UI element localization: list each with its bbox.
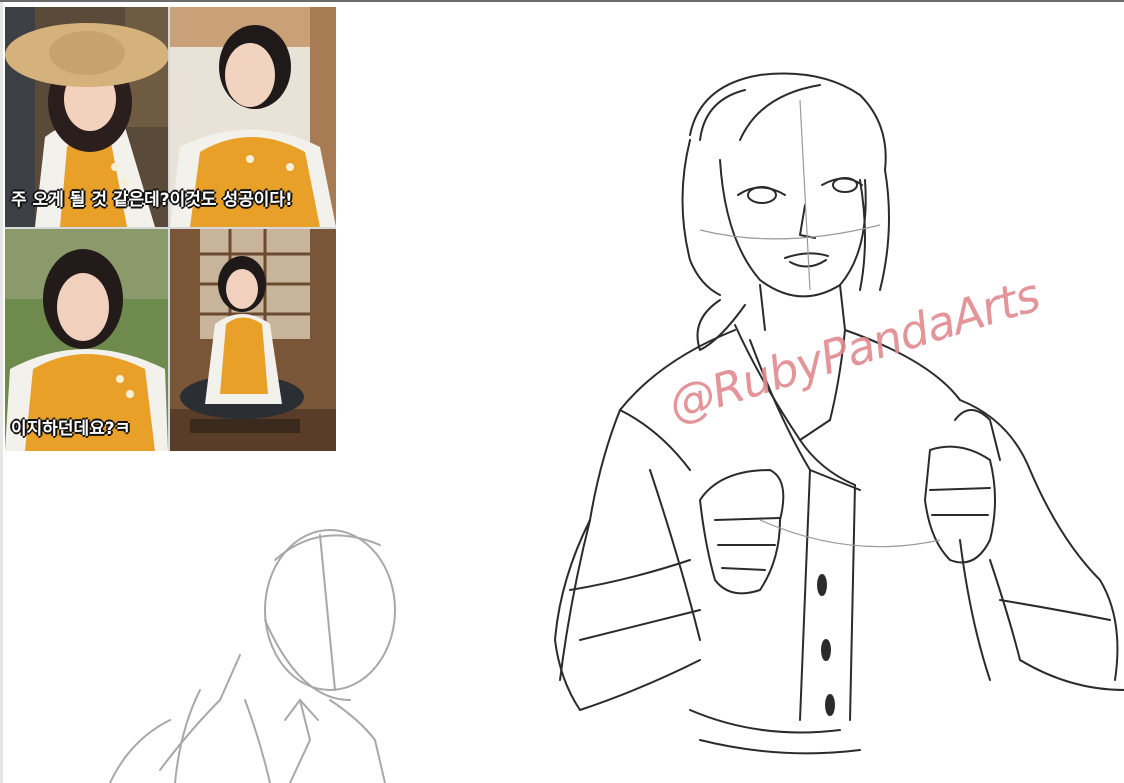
drawing-canvas[interactable] — [0, 0, 1124, 783]
rough-sketch-figure — [109, 529, 396, 783]
main-sketch-figure — [554, 72, 1124, 755]
